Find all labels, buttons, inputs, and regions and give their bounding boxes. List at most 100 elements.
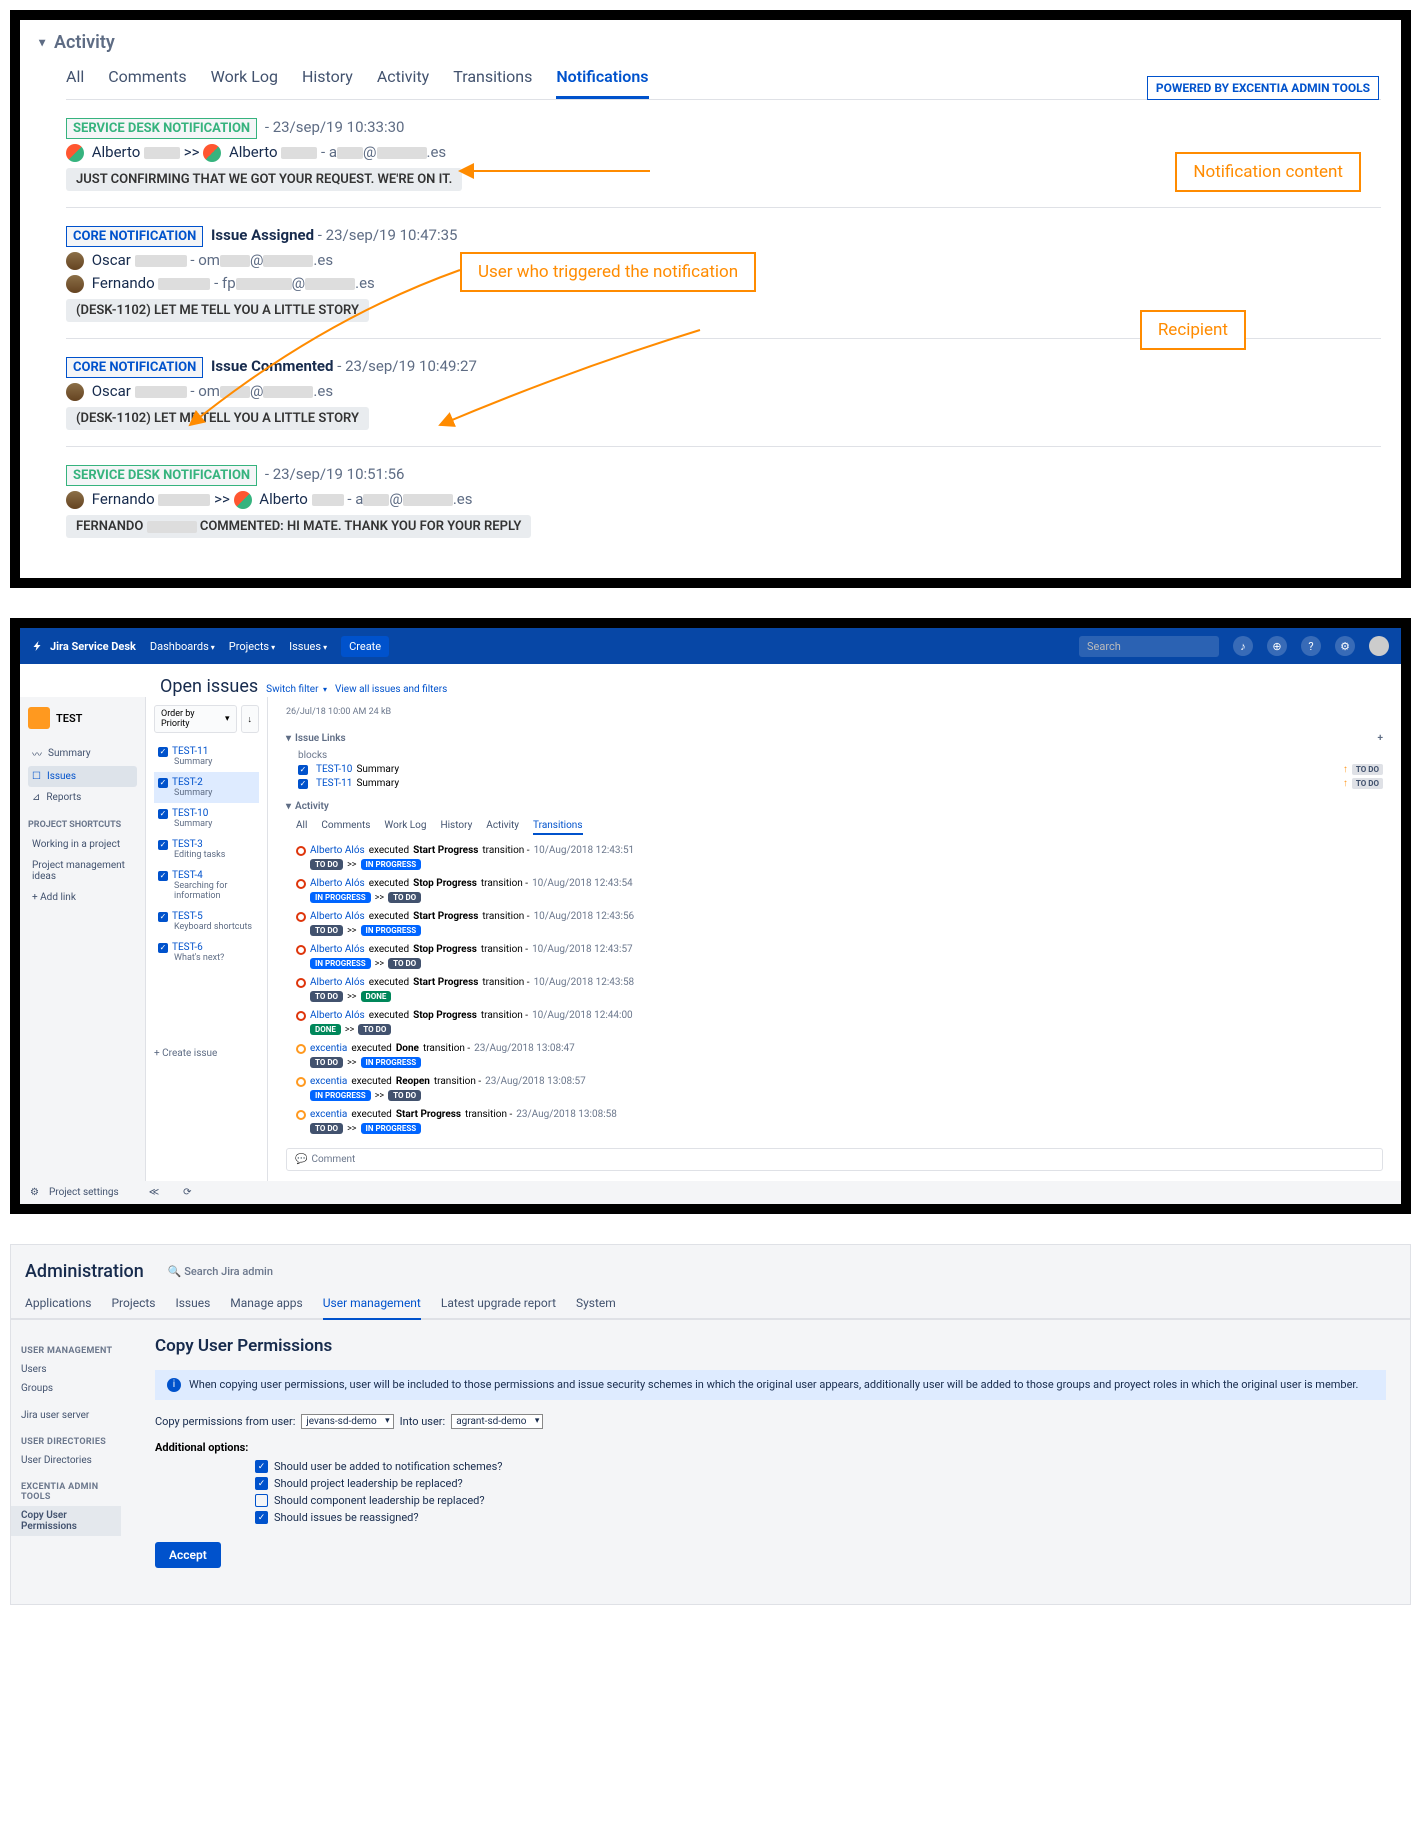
notifications-icon[interactable]: ⊕ [1267, 636, 1287, 656]
page-title: Copy User Permissions [155, 1336, 1386, 1356]
comment-input[interactable]: 💬 Comment [286, 1148, 1383, 1171]
nav-issues[interactable]: Issues▾ [289, 640, 327, 653]
collapse-icon[interactable]: ≪ [149, 1187, 159, 1198]
tab-transitions[interactable]: Transitions [453, 61, 532, 99]
project-header[interactable]: TEST [28, 707, 137, 729]
tab-all[interactable]: All [66, 61, 84, 99]
from-user-select[interactable]: jevans-sd-demo [301, 1414, 393, 1429]
admin-tab-upgrade-report[interactable]: Latest upgrade report [441, 1288, 556, 1318]
section-title: Activity [54, 32, 115, 53]
option-checkbox-row[interactable]: ✓Should user be added to notification sc… [255, 1460, 1386, 1473]
admin-tab-system[interactable]: System [576, 1288, 616, 1318]
help-icon[interactable]: ? [1301, 636, 1321, 656]
order-by-button[interactable]: Order by Priority ▾ [154, 705, 237, 733]
brand[interactable]: Jira Service Desk [32, 640, 136, 653]
sidebar-shortcut[interactable]: Project management ideas [28, 855, 137, 887]
callout-trigger-user: User who triggered the notification [460, 252, 756, 292]
project-icon [28, 707, 50, 729]
transition-row: Alberto Alós executed Start Progress tra… [296, 911, 1383, 936]
info-banner: i When copying user permissions, user wi… [155, 1370, 1386, 1400]
detail-tab-activity[interactable]: Activity [486, 820, 519, 835]
avatar-icon[interactable] [1369, 636, 1389, 656]
linked-issue[interactable]: ✓TEST-10 Summary↑ TO DO [298, 764, 1383, 775]
checkbox-icon[interactable]: ✓ [255, 1477, 268, 1490]
avatar-icon [66, 383, 84, 401]
search-input[interactable]: Search [1079, 636, 1219, 657]
issue-list-item[interactable]: ✓TEST-11Summary [154, 741, 259, 772]
checkbox-icon[interactable]: ✓ [255, 1511, 268, 1524]
into-user-select[interactable]: agrant-sd-demo [451, 1414, 543, 1429]
activity-accordion[interactable]: ▸ Activity [40, 32, 1381, 53]
sidebar-item-issues[interactable]: ☐ Issues [28, 766, 137, 787]
admin-tab-user-management[interactable]: User management [323, 1288, 421, 1320]
detail-tab-worklog[interactable]: Work Log [384, 820, 426, 835]
issue-links-header[interactable]: ▾ Issue Links+ [286, 733, 1383, 744]
admin-tab-issues[interactable]: Issues [175, 1288, 210, 1318]
nav-projects[interactable]: Projects▾ [229, 640, 275, 653]
detail-tab-all[interactable]: All [296, 820, 307, 835]
project-settings-icon[interactable]: ⚙ [30, 1187, 39, 1198]
admin-side-users[interactable]: Users [21, 1360, 121, 1379]
notification-tag: SERVICE DESK NOTIFICATION [66, 465, 257, 486]
tab-activity[interactable]: Activity [377, 61, 429, 99]
tab-comments[interactable]: Comments [108, 61, 186, 99]
admin-side-jira-user-server[interactable]: Jira user server [21, 1406, 121, 1425]
transition-row: Alberto Alós executed Start Progress tra… [296, 845, 1383, 870]
add-link-icon[interactable]: + [1378, 733, 1384, 744]
avatar-icon [203, 144, 221, 162]
switch-filter-link[interactable]: Switch filter ▾ [266, 684, 327, 695]
callout-recipient: Recipient [1140, 310, 1246, 350]
admin-search[interactable]: 🔍 Search Jira admin [168, 1265, 273, 1278]
settings-icon[interactable]: ⚙ [1335, 636, 1355, 656]
create-button[interactable]: Create [341, 636, 389, 657]
checkbox-icon[interactable]: ✓ [255, 1460, 268, 1473]
create-issue-link[interactable]: + Create issue [154, 968, 259, 1059]
linked-issue[interactable]: ✓TEST-11 Summary↑ TO DO [298, 778, 1383, 789]
tab-notifications[interactable]: Notifications [556, 61, 648, 99]
sidebar-item-summary[interactable]: 〰 Summary [28, 741, 137, 766]
sidebar-item-reports[interactable]: ⊿ Reports [28, 787, 137, 808]
admin-side-groups[interactable]: Groups [21, 1379, 121, 1398]
checkbox-icon[interactable] [255, 1494, 268, 1507]
refresh-icon[interactable]: ⟳ [183, 1187, 191, 1198]
detail-tab-comments[interactable]: Comments [321, 820, 370, 835]
issue-list-item[interactable]: ✓TEST-3Editing tasks [154, 834, 259, 865]
detail-tab-transitions[interactable]: Transitions [533, 820, 582, 835]
notification-message: (DESK-1102) LET ME TELL YOU A LITTLE STO… [66, 299, 369, 322]
info-icon: i [167, 1378, 181, 1392]
option-checkbox-row[interactable]: ✓Should project leadership be replaced? [255, 1477, 1386, 1490]
option-checkbox-row[interactable]: ✓Should issues be reassigned? [255, 1511, 1386, 1524]
notification-tag: CORE NOTIFICATION [66, 226, 203, 247]
sidebar-add-link[interactable]: + Add link [28, 887, 137, 908]
nav-dashboards[interactable]: Dashboards▾ [150, 640, 215, 653]
sort-direction-button[interactable]: ↓ [241, 705, 260, 733]
notification-tag: SERVICE DESK NOTIFICATION [66, 118, 257, 139]
admin-main: Copy User Permissions i When copying use… [131, 1320, 1410, 1584]
issue-list-item[interactable]: ✓TEST-10Summary [154, 803, 259, 834]
detail-tab-history[interactable]: History [440, 820, 472, 835]
activity-header[interactable]: ▾ Activity [286, 801, 1383, 812]
chevron-down-icon: ▸ [36, 39, 50, 45]
page-title: Open issues [160, 676, 258, 697]
issue-list-item[interactable]: ✓TEST-6What's next? [154, 937, 259, 968]
admin-side-user-directories[interactable]: User Directories [21, 1451, 121, 1470]
callout-notification-content: Notification content [1175, 152, 1361, 192]
tab-worklog[interactable]: Work Log [211, 61, 278, 99]
option-checkbox-row[interactable]: Should component leadership be replaced? [255, 1494, 1386, 1507]
admin-tab-applications[interactable]: Applications [25, 1288, 91, 1318]
view-all-link[interactable]: View all issues and filters [335, 684, 447, 695]
issue-list-item[interactable]: ✓TEST-2Summary [154, 772, 259, 803]
feedback-icon[interactable]: ♪ [1233, 636, 1253, 656]
accept-button[interactable]: Accept [155, 1542, 221, 1568]
notifications-panel: ▸ Activity All Comments Work Log History… [10, 10, 1411, 588]
issue-list-item[interactable]: ✓TEST-5Keyboard shortcuts [154, 906, 259, 937]
admin-tab-manage-apps[interactable]: Manage apps [230, 1288, 302, 1318]
tab-history[interactable]: History [302, 61, 353, 99]
sidebar-footer: ⚙ Project settings ≪ ⟳ [20, 1181, 1401, 1204]
sidebar-shortcut[interactable]: Working in a project [28, 834, 137, 855]
issue-list-item[interactable]: ✓TEST-4Searching for information [154, 865, 259, 906]
notification-item: CORE NOTIFICATION Issue Commented - 23/s… [66, 357, 1381, 447]
admin-tab-projects[interactable]: Projects [111, 1288, 155, 1318]
admin-side-copy-permissions[interactable]: Copy User Permissions [11, 1506, 121, 1536]
project-settings-link[interactable]: Project settings [49, 1187, 119, 1198]
